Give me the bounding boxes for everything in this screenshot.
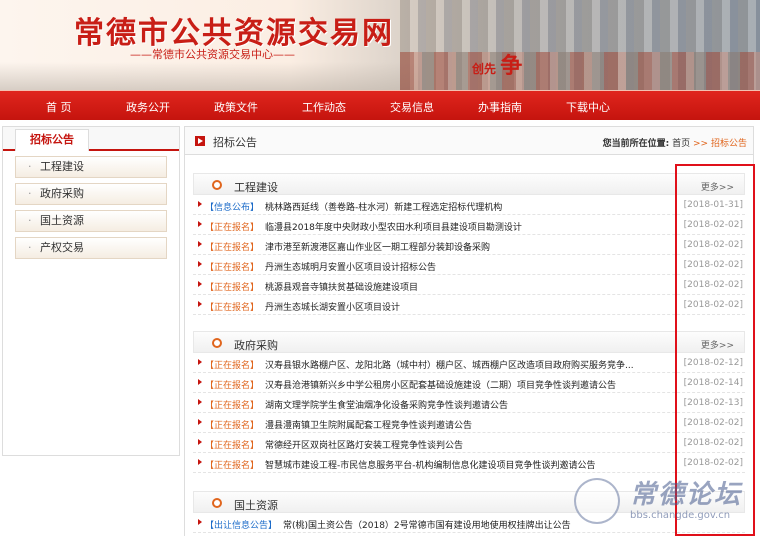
play-arrow-icon bbox=[195, 136, 205, 146]
site-subtitle: ——常德市公共资源交易中心—— bbox=[130, 48, 295, 61]
slogan-big: 争 bbox=[500, 53, 523, 79]
status-tag: 【正在报名】 bbox=[205, 263, 260, 273]
item-title[interactable]: 常德经开区双岗社区路灯安装工程竞争性谈判公告 bbox=[265, 438, 665, 451]
sidebar-header: 招标公告 bbox=[3, 127, 179, 151]
item-title[interactable]: 湖南文理学院学生食堂油烟净化设备采购竞争性谈判邀请公告 bbox=[265, 398, 665, 411]
status-tag: 【正在报名】 bbox=[205, 303, 260, 313]
status-tag: 【正在报名】 bbox=[205, 421, 260, 431]
sidebar-title: 招标公告 bbox=[15, 129, 89, 151]
status-tag: 【正在报名】 bbox=[205, 401, 260, 411]
sidebar-item-property-trade[interactable]: 产权交易 bbox=[15, 237, 167, 259]
site-banner: 常德市公共资源交易网 ——常德市公共资源交易中心—— 创先 争 bbox=[0, 0, 760, 90]
forum-watermark: 常德论坛 bbs.changde.gov.cn bbox=[572, 474, 756, 530]
nav-government-affairs[interactable]: 政务公开 bbox=[126, 99, 170, 115]
nav-work-news[interactable]: 工作动态 bbox=[302, 99, 346, 115]
list-item[interactable]: 【正在报名】 澧县澧南镇卫生院附属配套工程竞争性谈判邀请公告 [2018-02-02… bbox=[193, 413, 745, 433]
triangle-bullet-icon bbox=[198, 459, 202, 465]
triangle-bullet-icon bbox=[198, 301, 202, 307]
status-tag: 【正在报名】 bbox=[205, 441, 260, 451]
banner-slogan: 创先 争 bbox=[472, 48, 522, 80]
status-tag: 【正在报名】 bbox=[205, 243, 260, 253]
list-item[interactable]: 【信息公布】 桃林路西延线（善卷路-柱水河）新建工程选定招标代理机构 [2018-0… bbox=[193, 195, 745, 215]
sidebar-item-engineering[interactable]: 工程建设 bbox=[15, 156, 167, 178]
circle-bullet-icon bbox=[212, 338, 222, 348]
watermark-url: bbs.changde.gov.cn bbox=[630, 510, 731, 521]
banner-city-buildings bbox=[400, 52, 760, 90]
section-title: 政府采购 bbox=[234, 339, 278, 352]
item-title[interactable]: 丹洲生态城长湖安置小区项目设计 bbox=[265, 300, 665, 313]
nav-trade-info[interactable]: 交易信息 bbox=[390, 99, 434, 115]
nav-service-guide[interactable]: 办事指南 bbox=[478, 99, 522, 115]
page-title: 招标公告 bbox=[213, 136, 257, 149]
status-tag: 【正在报名】 bbox=[205, 461, 260, 471]
list-item[interactable]: 【正在报名】 常德经开区双岗社区路灯安装工程竞争性谈判公告 [2018-02-02] bbox=[193, 433, 745, 453]
item-title[interactable]: 临澧县2018年度中央财政小型农田水利项目县建设项目勘测设计 bbox=[265, 220, 665, 233]
circle-bullet-icon bbox=[212, 180, 222, 190]
item-title[interactable]: 智慧城市建设工程-市民信息服务平台-机构编制信息化建设项目竞争性谈判邀请公告 bbox=[265, 458, 665, 471]
breadcrumb-label: 您当前所在位置: bbox=[602, 139, 670, 149]
forum-seal-icon bbox=[574, 478, 620, 524]
section-header: 政府采购 更多>> bbox=[193, 331, 745, 353]
breadcrumb-current[interactable]: 招标公告 bbox=[711, 139, 747, 149]
status-tag: 【正在报名】 bbox=[205, 361, 260, 371]
list-item[interactable]: 【正在报名】 丹洲生态城明月安置小区项目设计招标公告 [2018-02-02] bbox=[193, 255, 745, 275]
sidebar-item-land-resources[interactable]: 国土资源 bbox=[15, 210, 167, 232]
item-title[interactable]: 桃源县观音寺镇扶贫基础设施建设项目 bbox=[265, 280, 665, 293]
section-title: 国土资源 bbox=[234, 499, 278, 512]
item-title[interactable]: 丹洲生态城明月安置小区项目设计招标公告 bbox=[265, 260, 665, 273]
list-item[interactable]: 【正在报名】 湖南文理学院学生食堂油烟净化设备采购竞争性谈判邀请公告 [2018-0… bbox=[193, 393, 745, 413]
list-item[interactable]: 【正在报名】 智慧城市建设工程-市民信息服务平台-机构编制信息化建设项目竞争性谈判… bbox=[193, 453, 745, 473]
item-title[interactable]: 津市港至新渡港区嘉山作业区一期工程部分装卸设备采购 bbox=[265, 240, 665, 253]
nav-policy-documents[interactable]: 政策文件 bbox=[214, 99, 258, 115]
breadcrumb: 您当前所在位置: 首页 >> 招标公告 bbox=[603, 136, 747, 149]
sidebar-item-government-procurement[interactable]: 政府采购 bbox=[15, 183, 167, 205]
main-nav: 首 页 政务公开 政策文件 工作动态 交易信息 办事指南 下载中心 bbox=[0, 90, 760, 120]
section-header: 工程建设 更多>> bbox=[193, 173, 745, 195]
sidebar: 招标公告 工程建设 政府采购 国土资源 产权交易 bbox=[2, 126, 180, 456]
breadcrumb-home[interactable]: 首页 bbox=[672, 139, 690, 149]
triangle-bullet-icon bbox=[198, 221, 202, 227]
nav-home[interactable]: 首 页 bbox=[46, 99, 72, 115]
list-item[interactable]: 【正在报名】 汉寿县沧港镇新兴乡中学公租房小区配套基础设施建设（二期）项目竞争性谈… bbox=[193, 373, 745, 393]
section-title: 工程建设 bbox=[234, 181, 278, 194]
status-tag: 【正在报名】 bbox=[205, 283, 260, 293]
item-title[interactable]: 桃林路西延线（善卷路-柱水河）新建工程选定招标代理机构 bbox=[265, 200, 665, 213]
list-item[interactable]: 【正在报名】 丹洲生态城长湖安置小区项目设计 [2018-02-02] bbox=[193, 295, 745, 315]
watermark-text: 常德论坛 bbox=[630, 480, 743, 510]
list-item[interactable]: 【正在报名】 汉寿县银水路棚户区、龙阳北路（城中村）棚户区、城西棚户区改造项目政府… bbox=[193, 353, 745, 373]
section-government-procurement: 政府采购 更多>> 【正在报名】 汉寿县银水路棚户区、龙阳北路（城中村）棚户区、城… bbox=[193, 331, 745, 473]
status-tag: 【正在报名】 bbox=[205, 381, 260, 391]
circle-bullet-icon bbox=[212, 498, 222, 508]
breadcrumb-separator: >> bbox=[693, 139, 709, 149]
list-item[interactable]: 【正在报名】 津市港至新渡港区嘉山作业区一期工程部分装卸设备采购 [2018-02-… bbox=[193, 235, 745, 255]
nav-download-center[interactable]: 下载中心 bbox=[566, 99, 610, 115]
triangle-bullet-icon bbox=[198, 241, 202, 247]
status-tag: 【信息公布】 bbox=[205, 203, 260, 213]
item-title[interactable]: 澧县澧南镇卫生院附属配套工程竞争性谈判邀请公告 bbox=[265, 418, 665, 431]
triangle-bullet-icon bbox=[198, 359, 202, 365]
list-item[interactable]: 【正在报名】 桃源县观音寺镇扶贫基础设施建设项目 [2018-02-02] bbox=[193, 275, 745, 295]
item-title[interactable]: 汉寿县沧港镇新兴乡中学公租房小区配套基础设施建设（二期）项目竞争性谈判邀请公告 bbox=[265, 378, 665, 391]
triangle-bullet-icon bbox=[198, 519, 202, 525]
triangle-bullet-icon bbox=[198, 281, 202, 287]
section-engineering: 工程建设 更多>> 【信息公布】 桃林路西延线（善卷路-柱水河）新建工程选定招标代… bbox=[193, 173, 745, 315]
status-tag: 【正在报名】 bbox=[205, 223, 260, 233]
triangle-bullet-icon bbox=[198, 399, 202, 405]
main-header: 招标公告 您当前所在位置: 首页 >> 招标公告 bbox=[185, 127, 753, 155]
triangle-bullet-icon bbox=[198, 379, 202, 385]
status-tag: 【出让信息公告】 bbox=[205, 521, 278, 531]
list-item[interactable]: 【正在报名】 临澧县2018年度中央财政小型农田水利项目县建设项目勘测设计 [201… bbox=[193, 215, 745, 235]
triangle-bullet-icon bbox=[198, 201, 202, 207]
triangle-bullet-icon bbox=[198, 261, 202, 267]
triangle-bullet-icon bbox=[198, 419, 202, 425]
banner-mountain-decoration bbox=[0, 62, 420, 90]
triangle-bullet-icon bbox=[198, 439, 202, 445]
slogan-small: 创先 bbox=[472, 62, 497, 76]
item-title[interactable]: 汉寿县银水路棚户区、龙阳北路（城中村）棚户区、城西棚户区改造项目政府购买服务竞争… bbox=[265, 358, 665, 371]
